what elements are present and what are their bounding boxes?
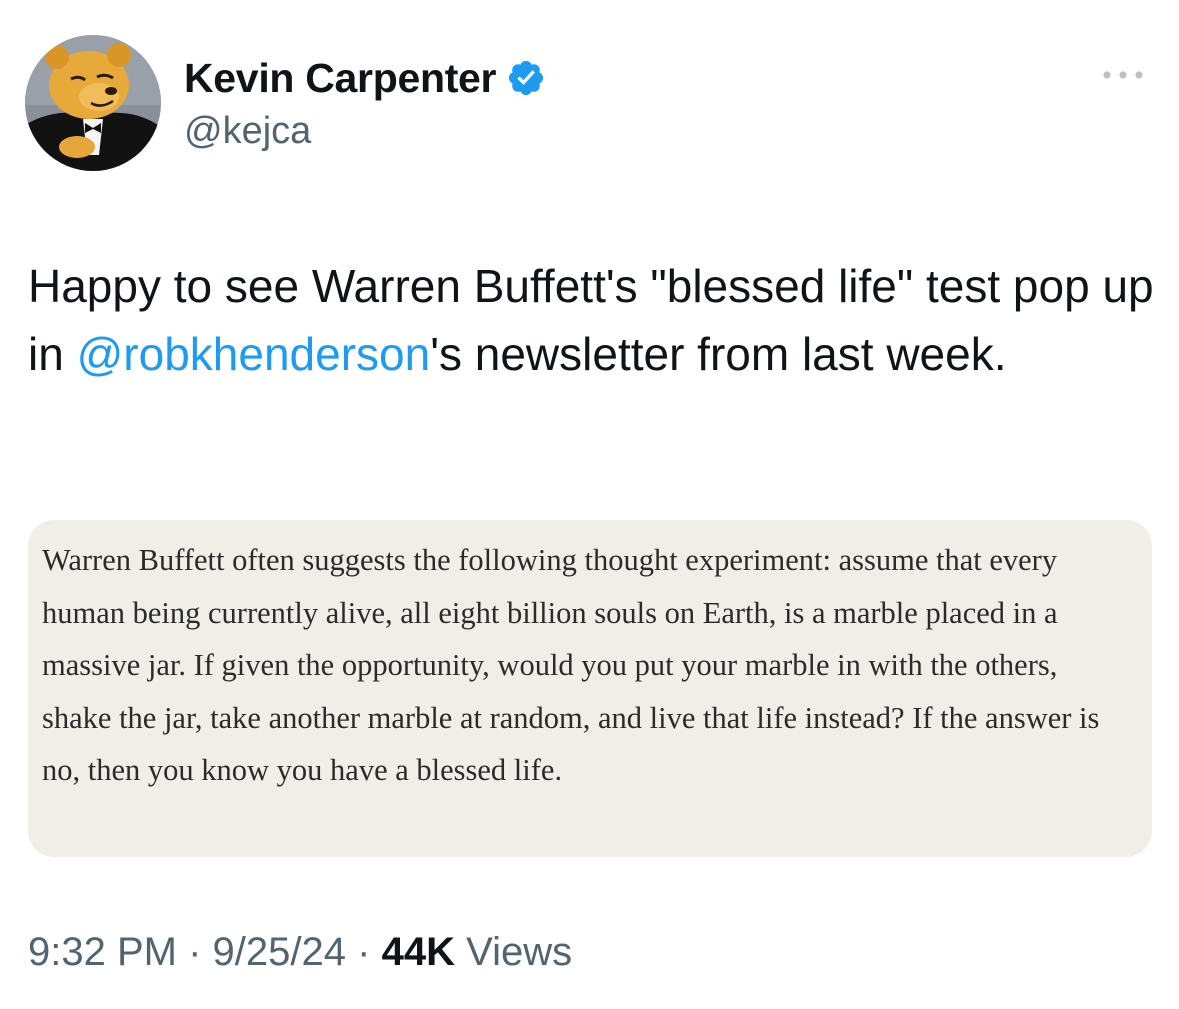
tweet-meta: 9:32 PM · 9/25/24 · 44K Views — [28, 930, 572, 975]
verified-badge-icon[interactable] — [506, 58, 546, 98]
author-display-name[interactable]: Kevin Carpenter — [184, 55, 497, 102]
views-label: Views — [466, 930, 573, 974]
tweet-text: Happy to see Warren Buffett's "blessed l… — [28, 252, 1158, 388]
tweet-date[interactable]: 9/25/24 — [213, 930, 346, 974]
author-avatar[interactable] — [25, 35, 161, 171]
meta-separator: · — [188, 930, 202, 974]
author-handle[interactable]: @kejca — [184, 110, 311, 153]
mention-link[interactable]: @robkhenderson — [77, 328, 431, 380]
quoted-text-body: Warren Buffett often suggests the follow… — [42, 543, 1100, 787]
meta-separator: · — [357, 930, 371, 974]
views-count: 44K — [381, 930, 455, 974]
tweet-text-part: 's newsletter from last week. — [430, 328, 1007, 380]
pooh-bear-tuxedo-avatar-icon — [25, 35, 161, 171]
author-name-row: Kevin Carpenter — [184, 54, 546, 102]
quoted-text-image[interactable]: Warren Buffett often suggests the follow… — [28, 520, 1152, 857]
more-options-icon[interactable] — [1098, 62, 1148, 88]
tweet-time[interactable]: 9:32 PM — [28, 930, 177, 974]
